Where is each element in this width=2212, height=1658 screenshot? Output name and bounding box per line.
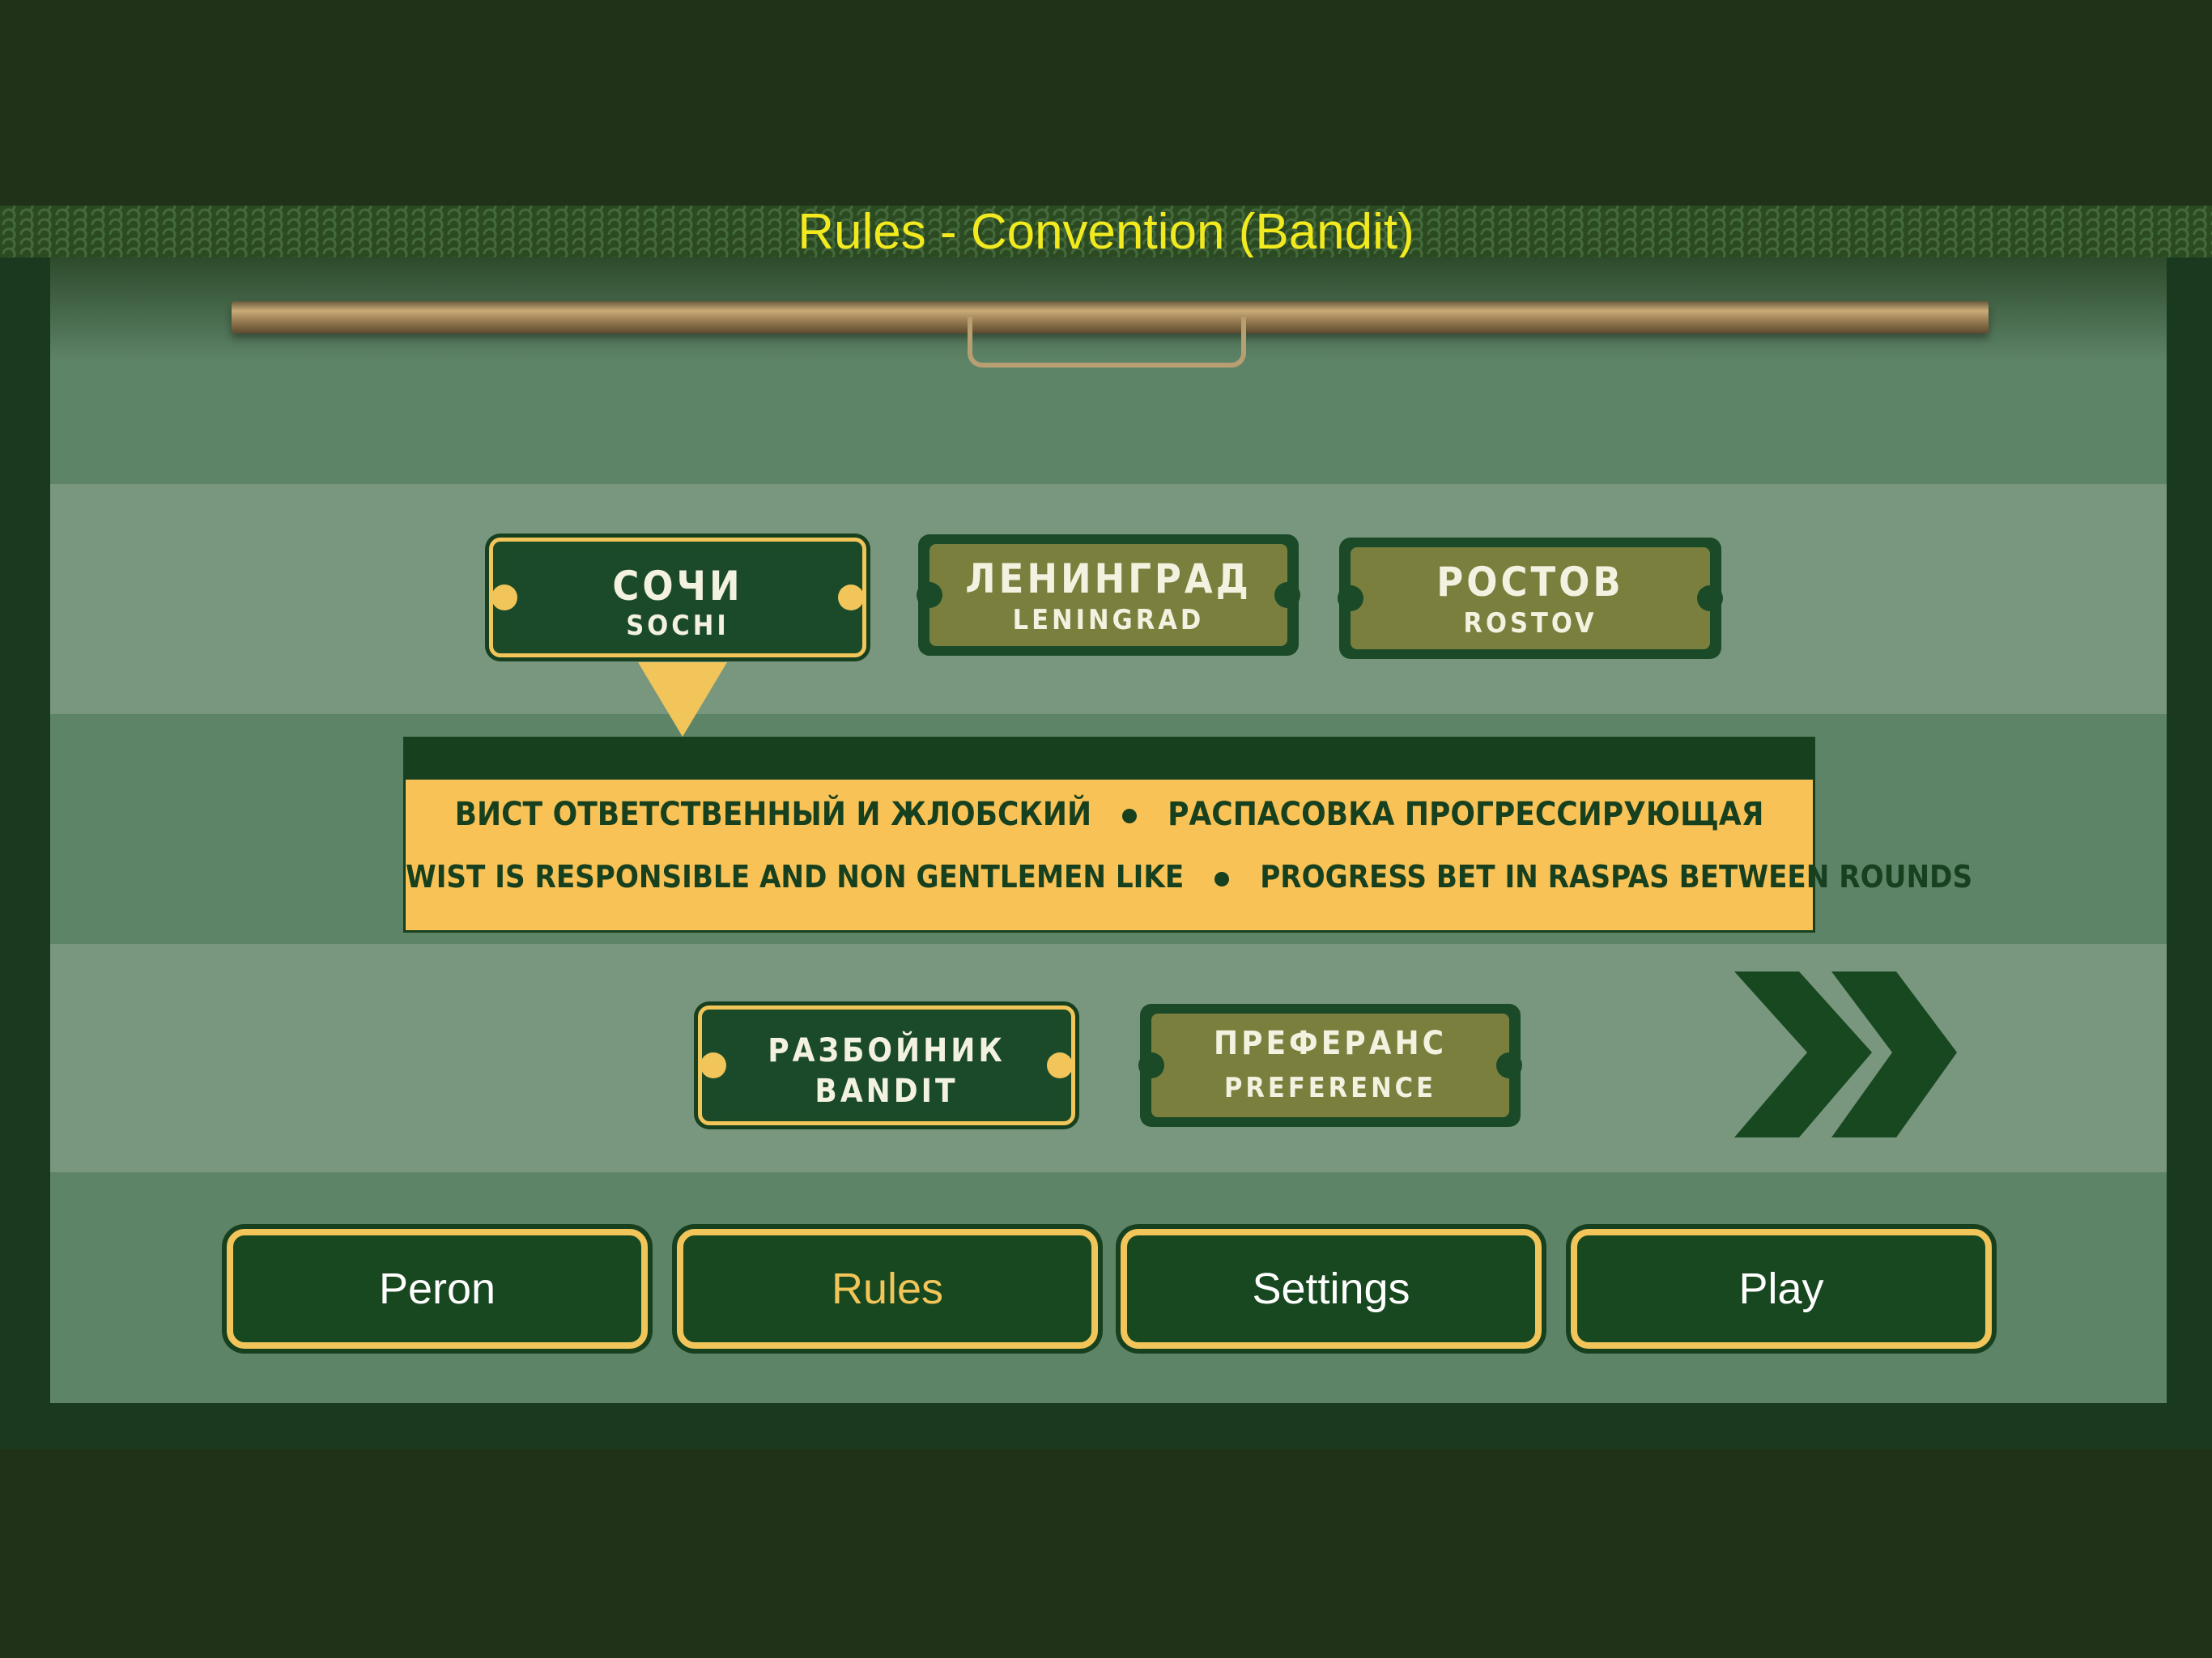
convention-leningrad-button[interactable]: ЛЕНИНГРАД LENINGRAD [917, 534, 1300, 656]
mode-preference-button[interactable]: ПРЕФЕРАНС PREFERENCE [1138, 1004, 1522, 1127]
convention-label-ru: ЛЕНИНГРАД [965, 555, 1252, 602]
page-title: Rules - Convention (Bandit) [798, 204, 1414, 260]
mode-label-en: PREFERENCE [1223, 1072, 1437, 1104]
mode-bandit-button[interactable]: РАЗБОЙНИК BANDIT [698, 1005, 1075, 1125]
curtain-handle[interactable] [968, 317, 1246, 368]
panel-shade [50, 257, 2167, 484]
nav-play-button[interactable]: Play [1571, 1229, 1992, 1349]
description-en-left: WIST IS RESPONSIBLE AND NON GENTLEMEN LI… [406, 859, 1185, 895]
description-ru-right: РАСПАСОВКА ПРОГРЕССИРУЮЩАЯ [1168, 796, 1764, 833]
mode-label-ru: ПРЕФЕРАНС [1213, 1025, 1448, 1062]
bullet-icon [1122, 809, 1138, 823]
convention-label-en: ROSTOV [1463, 607, 1597, 640]
convention-rostov-button[interactable]: РОСТОВ ROSTOV [1338, 538, 1723, 659]
convention-label-en: LENINGRAD [1012, 604, 1205, 636]
convention-label-ru: РОСТОВ [1436, 559, 1624, 606]
convention-description: ВИСТ ОТВЕТСТВЕННЫЙ И ЖЛОБСКИЙ РАСПАСОВКА … [403, 737, 1972, 933]
nav-settings-button[interactable]: Settings [1121, 1229, 1542, 1349]
double-chevron-right-icon[interactable] [1734, 971, 1961, 1141]
description-en-right: PROGRESS BET IN RASPAS BETWEEN ROUNDS [1260, 859, 1973, 895]
bullet-icon [1214, 871, 1230, 886]
nav-rules-button[interactable]: Rules [677, 1229, 1098, 1349]
description-en-row: WIST IS RESPONSIBLE AND NON GENTLEMEN LI… [406, 859, 1972, 895]
selection-pointer [638, 662, 727, 737]
mode-label-ru: РАЗБОЙНИК [768, 1032, 1006, 1069]
description-ru-row: ВИСТ ОТВЕТСТВЕННЫЙ И ЖЛОБСКИЙ РАСПАСОВКА … [406, 796, 1813, 833]
description-ru-left: ВИСТ ОТВЕТСТВЕННЫЙ И ЖЛОБСКИЙ [454, 796, 1092, 833]
mode-label-en: BANDIT [815, 1073, 959, 1110]
nav-peron-button[interactable]: Peron [227, 1229, 648, 1349]
convention-label-en: SOCHI [626, 610, 730, 642]
convention-sochi-button[interactable]: СОЧИ SOCHI [489, 538, 866, 657]
convention-label-ru: СОЧИ [612, 563, 743, 610]
description-header-strip [406, 739, 1813, 780]
